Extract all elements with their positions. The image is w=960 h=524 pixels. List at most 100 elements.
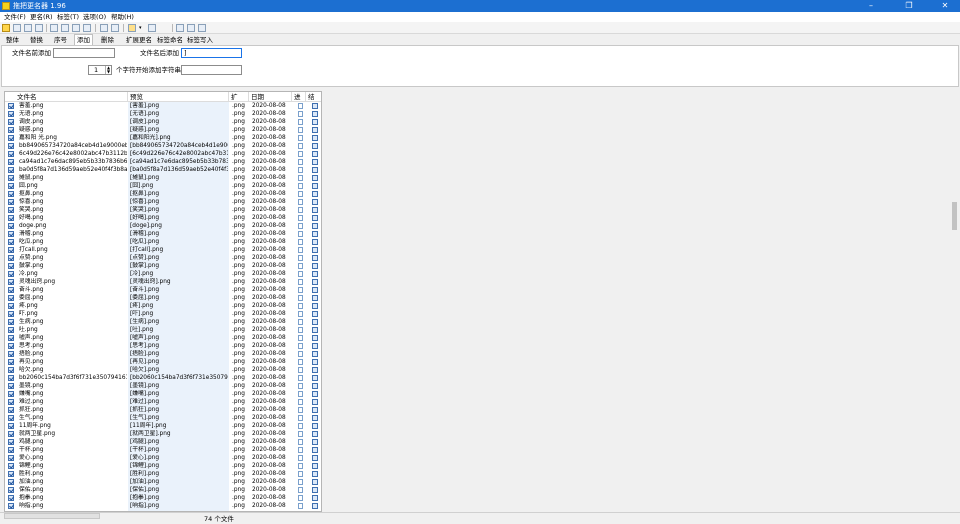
tab-add[interactable]: 添加 <box>74 34 93 45</box>
table-row[interactable]: ca94ad1c7e6dac895eb5b33b7836b634...[ca94… <box>5 158 321 166</box>
dropdown-arrow-icon[interactable]: ▾ <box>139 24 147 32</box>
menu-help[interactable]: 帮助(H) <box>111 12 134 22</box>
tab-replace[interactable]: 替换 <box>28 35 45 45</box>
row-checkbox[interactable] <box>8 423 14 429</box>
table-row[interactable]: 摊鼠.png [摊鼠].png .png 2020-08-08 <box>5 174 321 182</box>
wrench-icon[interactable] <box>187 24 195 32</box>
undo-icon[interactable] <box>111 24 119 32</box>
row-checkbox[interactable] <box>8 343 14 349</box>
table-row[interactable]: 吓.png [吓].png .png 2020-08-08 <box>5 310 321 318</box>
table-row[interactable]: 哈欠.png [哈欠].png .png 2020-08-08 <box>5 366 321 374</box>
table-row[interactable]: 胜利.png [胜利].png .png 2020-08-08 <box>5 470 321 478</box>
row-checkbox[interactable] <box>8 143 14 149</box>
table-row[interactable]: 嘘声.png [嘘声].png .png 2020-08-08 <box>5 334 321 342</box>
row-checkbox[interactable] <box>8 375 14 381</box>
table-row[interactable]: 响指.png [响指].png .png 2020-08-08 <box>5 502 321 510</box>
tool-icon[interactable] <box>128 24 136 32</box>
row-checkbox[interactable] <box>8 407 14 413</box>
row-checkbox[interactable] <box>8 159 14 165</box>
table-row[interactable]: 疼.png [疼].png .png 2020-08-08 <box>5 302 321 310</box>
table-row[interactable]: 抓狂.png [抓狂].png .png 2020-08-08 <box>5 406 321 414</box>
row-checkbox[interactable] <box>8 151 14 157</box>
table-row[interactable]: 嫌嘴.png [嫌嘴].png .png 2020-08-08 <box>5 390 321 398</box>
table-row[interactable]: 疑惑.png [疑惑].png .png 2020-08-08 <box>5 126 321 134</box>
row-checkbox[interactable] <box>8 479 14 485</box>
tab-overall[interactable]: 整体 <box>4 35 21 45</box>
row-checkbox[interactable] <box>8 167 14 173</box>
search-icon[interactable] <box>13 24 21 32</box>
table-row[interactable]: 鸡腿.png [鸡腿].png .png 2020-08-08 <box>5 438 321 446</box>
row-checkbox[interactable] <box>8 223 14 229</box>
row-checkbox[interactable] <box>8 255 14 261</box>
export-icon[interactable] <box>50 24 58 32</box>
row-checkbox[interactable] <box>8 351 14 357</box>
table-row[interactable]: 打call.png [打call].png .png 2020-08-08 <box>5 246 321 254</box>
column-header-result[interactable]: 结 <box>306 92 321 102</box>
row-checkbox[interactable] <box>8 303 14 309</box>
table-row[interactable]: 笑哭.png [笑哭].png .png 2020-08-08 <box>5 206 321 214</box>
table-row[interactable]: 囧.png [囧].png .png 2020-08-08 <box>5 182 321 190</box>
table-row[interactable]: 难过.png [难过].png .png 2020-08-08 <box>5 398 321 406</box>
table-row[interactable]: 无语.png [无语].png .png 2020-08-08 <box>5 110 321 118</box>
table-row[interactable]: 调皮.png [调皮].png .png 2020-08-08 <box>5 118 321 126</box>
menu-options[interactable]: 选项(O) <box>83 12 106 22</box>
table-row[interactable]: doge.png [doge].png .png 2020-08-08 <box>5 222 321 230</box>
table-row[interactable]: 生气.png [生气].png .png 2020-08-08 <box>5 414 321 422</box>
tab-sequence[interactable]: 序号 <box>52 35 69 45</box>
insert-string-input[interactable] <box>181 65 242 75</box>
table-row[interactable]: 思考.png [思考].png .png 2020-08-08 <box>5 342 321 350</box>
table-row[interactable]: 惊喜.png [惊喜].png .png 2020-08-08 <box>5 198 321 206</box>
horizontal-scrollbar[interactable] <box>4 513 100 519</box>
settings-icon[interactable] <box>198 24 206 32</box>
table-row[interactable]: 6c49d226e76c42e8002abc47b3112bc... [6c49d… <box>5 150 321 158</box>
column-header-extension[interactable]: 扩 <box>229 92 249 102</box>
table-row[interactable]: 墨镜.png [墨镜].png .png 2020-08-08 <box>5 382 321 390</box>
table-row[interactable]: 吐.png [吐].png .png 2020-08-08 <box>5 326 321 334</box>
row-checkbox[interactable] <box>8 311 14 317</box>
row-checkbox[interactable] <box>8 359 14 365</box>
row-checkbox[interactable] <box>8 103 14 109</box>
table-row[interactable]: 就两卫星.png [就两卫星].png .png 2020-08-08 <box>5 430 321 438</box>
row-checkbox[interactable] <box>8 263 14 269</box>
table-row[interactable]: 锦鲤.png [锦鲤].png .png 2020-08-08 <box>5 462 321 470</box>
table-row[interactable]: ba0d5f8a7d136d59aeb52e40f4f3b8a43...[ba0… <box>5 166 321 174</box>
table-row[interactable]: 灵魂出窍.png [灵魂出窍].png .png 2020-08-08 <box>5 278 321 286</box>
table-row[interactable]: 鼓掌.png [鼓掌].png .png 2020-08-08 <box>5 262 321 270</box>
row-checkbox[interactable] <box>8 127 14 133</box>
row-checkbox[interactable] <box>8 367 14 373</box>
menu-file[interactable]: 文件(F) <box>4 12 26 22</box>
suffix-input[interactable]: ] <box>181 48 242 58</box>
position-spinner[interactable]: 1 ▲ ▼ <box>88 65 112 75</box>
table-row[interactable]: 嘉和阳 光.png [嘉和阳光].png .png 2020-08-08 <box>5 134 321 142</box>
table-row[interactable]: 滑稽.png [滑稽].png .png 2020-08-08 <box>5 230 321 238</box>
row-checkbox[interactable] <box>8 431 14 437</box>
column-header-filename[interactable]: 文件名 <box>5 92 128 102</box>
row-checkbox[interactable] <box>8 455 14 461</box>
row-checkbox[interactable] <box>8 207 14 213</box>
row-checkbox[interactable] <box>8 279 14 285</box>
table-row[interactable]: 保佑.png [保佑].png .png 2020-08-08 <box>5 486 321 494</box>
column-header-date[interactable]: 日期 <box>249 92 292 102</box>
cut-icon[interactable] <box>83 24 91 32</box>
menu-rename[interactable]: 更名(R) <box>30 12 53 22</box>
row-checkbox[interactable] <box>8 247 14 253</box>
row-checkbox[interactable] <box>8 471 14 477</box>
row-checkbox[interactable] <box>8 319 14 325</box>
table-row[interactable]: 害羞.png [害羞].png .png 2020-08-08 <box>5 102 321 110</box>
options-icon[interactable] <box>176 24 184 32</box>
table-row[interactable]: 委屈.png [委屈].png .png 2020-08-08 <box>5 294 321 302</box>
table-row[interactable]: 爱心.png [爱心].png .png 2020-08-08 <box>5 454 321 462</box>
table-row[interactable]: 好喝.png [好喝].png .png 2020-08-08 <box>5 214 321 222</box>
row-checkbox[interactable] <box>8 135 14 141</box>
column-header-preview[interactable]: 预览 <box>128 92 229 102</box>
row-checkbox[interactable] <box>8 327 14 333</box>
menu-tags[interactable]: 标签(T) <box>57 12 79 22</box>
row-checkbox[interactable] <box>8 295 14 301</box>
tab-tag-naming[interactable]: 标签命名 <box>155 35 185 45</box>
table-row[interactable]: 吃瓜.png [吃瓜].png .png 2020-08-08 <box>5 238 321 246</box>
row-checkbox[interactable] <box>8 239 14 245</box>
table-row[interactable]: 冷.png [冷].png .png 2020-08-08 <box>5 270 321 278</box>
refresh-icon[interactable] <box>24 24 32 32</box>
prefix-input[interactable] <box>53 48 115 58</box>
table-row[interactable]: 抠鼻.png [抠鼻].png .png 2020-08-08 <box>5 190 321 198</box>
